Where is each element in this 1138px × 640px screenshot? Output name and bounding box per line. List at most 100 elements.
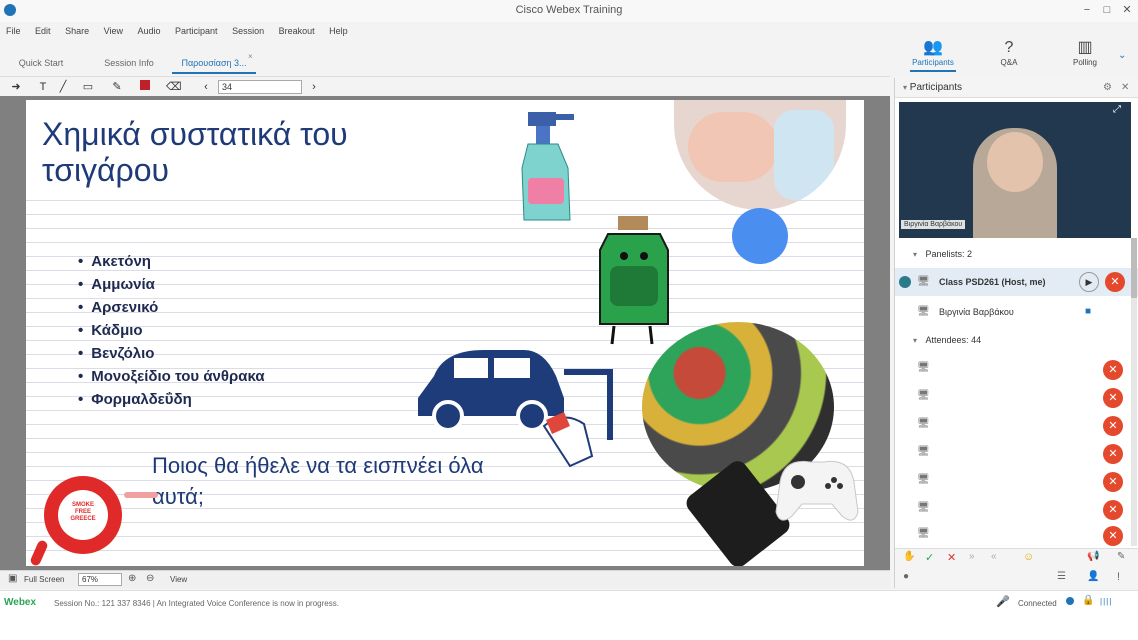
list-item: Κάδμιο xyxy=(78,321,265,344)
close-icon[interactable]: ✕ xyxy=(1121,78,1129,98)
maximize-button[interactable]: □ xyxy=(1098,2,1116,18)
minimize-button[interactable]: − xyxy=(1078,2,1096,18)
game-controller-illustration xyxy=(775,460,859,521)
tab-session-info[interactable]: Session Info xyxy=(96,52,162,74)
chevron-down-icon[interactable]: ⌄ xyxy=(1118,50,1126,61)
chevron-down-icon: ▾ xyxy=(913,250,918,259)
next-page-icon[interactable]: › xyxy=(308,79,320,95)
mute-button[interactable]: ✕ xyxy=(1105,272,1125,292)
computer-icon: 🖥 xyxy=(917,418,930,429)
smoke-free-logo: SMOKE FREE GREECE xyxy=(44,476,122,554)
pen-tool-icon[interactable]: ✎ xyxy=(110,79,124,95)
panel-toolbar: ✋ ✓ ✕ » « ☺ 📢 ✎ ● ☰ 👤 ! xyxy=(895,548,1138,588)
list-icon[interactable]: ☰ xyxy=(1057,571,1066,582)
panelists-header[interactable]: ▾ Panelists: 2 xyxy=(895,244,1138,264)
close-tab-icon[interactable]: × xyxy=(248,52,253,61)
bandage-photo xyxy=(674,100,846,210)
mute-button[interactable]: ✕ xyxy=(1103,472,1123,492)
expand-video-icon[interactable]: ⤢ xyxy=(1113,104,1121,115)
qa-button[interactable]: ? Q&A xyxy=(986,38,1032,72)
rectangle-tool-icon[interactable]: ▭ xyxy=(80,79,96,95)
mute-button[interactable]: ✕ xyxy=(1103,500,1123,520)
page-number-input[interactable]: 34 xyxy=(218,80,302,94)
participants-button[interactable]: 👥 Participants xyxy=(910,38,956,72)
video-panel: Βιργινία Βαρβάκου ⤢ xyxy=(899,102,1131,238)
attendee-row[interactable]: 🖥 ✕ xyxy=(895,496,1138,524)
mute-button[interactable]: ✕ xyxy=(1103,388,1123,408)
emoji-icon[interactable]: ☺ xyxy=(1023,551,1034,563)
status-bar: ▣ Full Screen 67% ⊕ ⊖ View xyxy=(0,570,890,588)
zoom-select[interactable]: 67% xyxy=(78,573,122,586)
attendee-row[interactable]: 🖥 ✕ xyxy=(895,524,1138,546)
computer-icon: 🖥 xyxy=(917,502,930,513)
text-tool-icon[interactable]: T xyxy=(36,79,50,95)
scrollbar[interactable] xyxy=(1131,238,1137,546)
mute-button[interactable]: ✕ xyxy=(1103,360,1123,380)
mute-button[interactable]: ✕ xyxy=(1103,526,1123,546)
attendee-row[interactable]: 🖥 ✕ xyxy=(895,412,1138,440)
participant-row[interactable]: 🖥 Βιργινία Βαρβάκου ■ xyxy=(895,298,1138,326)
menu-file[interactable]: File xyxy=(6,22,21,40)
list-item: Ακετόνη xyxy=(78,252,265,275)
slow-down-icon[interactable]: « xyxy=(991,551,997,562)
blue-dot xyxy=(732,208,788,264)
menu-audio[interactable]: Audio xyxy=(137,22,160,40)
spray-bottle-illustration xyxy=(521,112,574,221)
mute-button[interactable]: ✕ xyxy=(1103,444,1123,464)
close-button[interactable]: ✕ xyxy=(1118,2,1136,18)
tab-presentation[interactable]: Παρουσίαση 3... xyxy=(172,52,256,74)
panel-title: Participants xyxy=(909,82,963,93)
title-bar: Cisco Webex Training − □ ✕ xyxy=(0,0,1138,22)
attendee-row[interactable]: 🖥 ✕ xyxy=(895,356,1138,384)
menu-session[interactable]: Session xyxy=(232,22,264,40)
attendee-row[interactable]: 🖥 ✕ xyxy=(895,384,1138,412)
color-picker-icon[interactable] xyxy=(138,79,152,95)
gear-icon[interactable]: ⚙ xyxy=(1103,78,1112,98)
menu-view[interactable]: View xyxy=(104,22,123,40)
menu-share[interactable]: Share xyxy=(65,22,89,40)
raise-hand-icon[interactable]: ✋ xyxy=(903,551,915,562)
menu-bar: File Edit Share View Audio Participant S… xyxy=(0,22,890,40)
car-fuel-illustration xyxy=(418,350,613,468)
pen-icon[interactable]: ✎ xyxy=(1117,551,1125,562)
line-tool-icon[interactable]: ╱ xyxy=(56,79,70,95)
collapse-icon[interactable]: ▾ xyxy=(903,83,907,92)
chemical-list: Ακετόνη Αμμωνία Αρσενικό Κάδμιο Βενζόλιο… xyxy=(78,252,265,413)
add-user-icon[interactable]: 👤 xyxy=(1087,571,1099,582)
qa-icon: ? xyxy=(1004,39,1014,56)
mute-button[interactable]: ✕ xyxy=(1103,416,1123,436)
participant-row[interactable]: 🖥 Class PSD261 (Host, me) ▶ ✕ xyxy=(895,268,1138,296)
microphone-icon[interactable]: 🎤 xyxy=(996,595,1010,608)
previous-page-icon[interactable]: ‹ xyxy=(200,79,212,95)
eraser-icon[interactable]: ⌫ xyxy=(166,79,182,95)
list-item: Αρσενικό xyxy=(78,298,265,321)
attendee-row[interactable]: 🖥 ✕ xyxy=(895,468,1138,496)
fullscreen-icon[interactable]: ▣ xyxy=(8,573,17,584)
speed-up-icon[interactable]: » xyxy=(969,551,975,562)
polling-button[interactable]: ▥ Polling xyxy=(1062,38,1108,72)
view-menu[interactable]: View xyxy=(170,575,187,584)
menu-participant[interactable]: Participant xyxy=(175,22,218,40)
check-icon[interactable]: ✓ xyxy=(925,551,934,564)
attendees-header[interactable]: ▾ Attendees: 44 xyxy=(895,330,1138,350)
record-icon[interactable]: ● xyxy=(903,571,909,582)
attendee-row[interactable]: 🖥 ✕ xyxy=(895,440,1138,468)
menu-edit[interactable]: Edit xyxy=(35,22,51,40)
video-camera-icon[interactable]: ■ xyxy=(1085,298,1091,326)
computer-icon: 🖥 xyxy=(917,446,930,457)
footer: Webex Session No.: 121 337 8346 | An Int… xyxy=(0,590,1138,640)
participants-panel: ▾ Participants ⚙ ✕ Βιργινία Βαρβάκου ⤢ ▾… xyxy=(894,78,1138,588)
menu-breakout[interactable]: Breakout xyxy=(279,22,315,40)
menu-help[interactable]: Help xyxy=(329,22,348,40)
fullscreen-label[interactable]: Full Screen xyxy=(24,575,64,584)
video-camera-icon[interactable]: ▶ xyxy=(1079,272,1099,292)
megaphone-icon[interactable]: 📢 xyxy=(1087,551,1099,562)
zoom-out-icon[interactable]: ⊖ xyxy=(146,573,154,584)
zoom-in-icon[interactable]: ⊕ xyxy=(128,573,136,584)
list-item: Μονοξείδιο του άνθρακα xyxy=(78,367,264,390)
pointer-icon[interactable]: ➜ xyxy=(8,79,24,95)
tab-quick-start[interactable]: Quick Start xyxy=(10,52,72,74)
alert-icon[interactable]: ! xyxy=(1117,571,1120,583)
x-icon[interactable]: ✕ xyxy=(947,551,956,564)
computer-icon: 🖥 xyxy=(917,528,930,539)
